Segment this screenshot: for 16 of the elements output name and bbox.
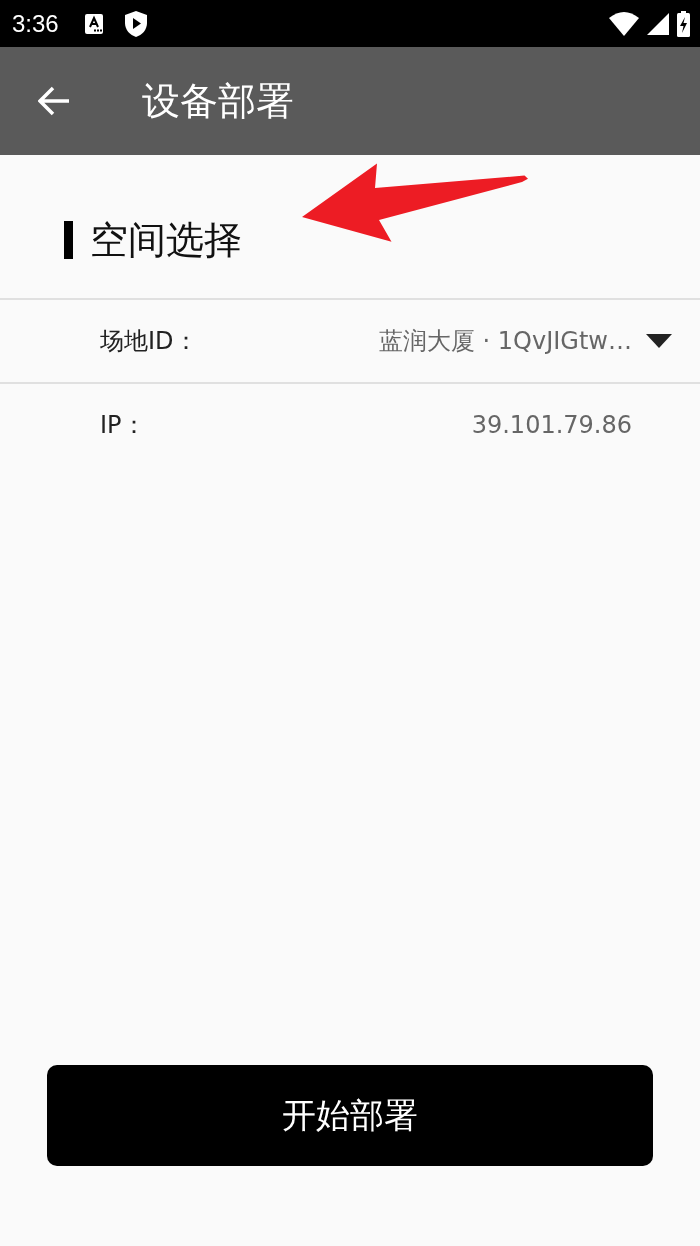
start-deploy-button[interactable]: 开始部署 [47, 1065, 653, 1166]
screen-title: 设备部署 [142, 78, 294, 124]
battery-icon [677, 10, 690, 37]
letter-tile-icon [84, 13, 103, 34]
shield-play-icon [124, 10, 147, 37]
field-label: 场地ID： [100, 326, 198, 357]
back-arrow-icon [38, 86, 70, 116]
caret-icon [646, 334, 672, 348]
section-marker-icon [64, 221, 73, 259]
site-dropdown[interactable]: 蓝润大厦 · 1QvJIGtw… [378, 325, 672, 357]
signal-icon [647, 12, 669, 35]
section-title: 空间选择 [90, 220, 242, 260]
status-time: 3:36 [12, 9, 59, 38]
field-label: IP： [100, 410, 146, 441]
field-value: 39.101.79.86 [471, 411, 632, 439]
wifi-icon [609, 11, 639, 36]
